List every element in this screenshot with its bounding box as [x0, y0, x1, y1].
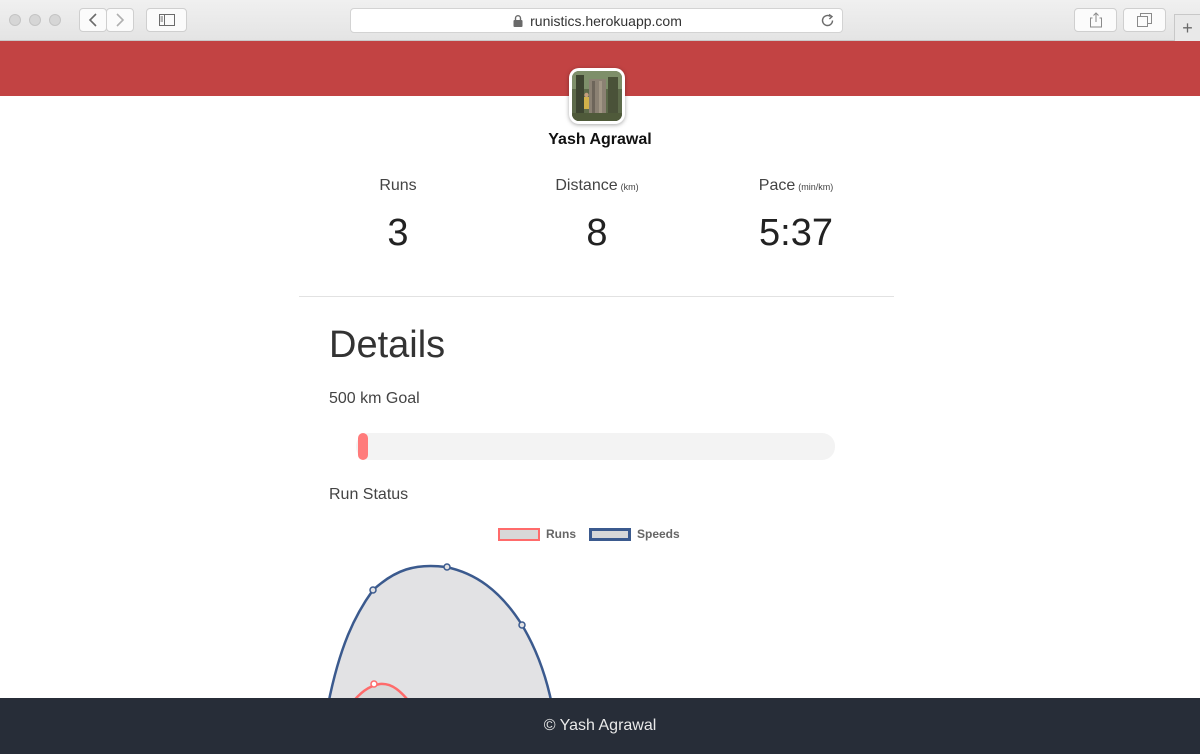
browser-toolbar: runistics.herokuapp.com + [0, 0, 1200, 41]
runs-point [370, 680, 378, 688]
new-tab-button[interactable]: + [1174, 14, 1200, 41]
page-footer: © Yash Agrawal [0, 698, 1200, 754]
goal-label: 500 km Goal [329, 390, 420, 407]
minimize-window-button[interactable] [29, 14, 41, 26]
sidebar-toggle-button[interactable] [146, 8, 187, 32]
speeds-point [518, 621, 526, 629]
stat-pace-unit: (min/km) [798, 182, 834, 192]
speeds-point [369, 586, 377, 594]
stat-pace-label: Pace [758, 177, 796, 194]
reload-icon[interactable] [819, 12, 836, 29]
goal-progress-fill [358, 433, 368, 460]
legend-swatch-runs [498, 527, 540, 541]
stat-pace: Pace (min/km) 5:37 [696, 177, 896, 255]
legend-item-runs[interactable]: Runs [498, 527, 576, 541]
zoom-window-button[interactable] [49, 14, 61, 26]
stat-runs-label: Runs [379, 177, 417, 194]
tabs-overview-button[interactable] [1123, 8, 1166, 32]
stat-distance-value: 8 [586, 212, 608, 254]
share-icon [1089, 12, 1102, 28]
share-button[interactable] [1074, 8, 1117, 32]
run-status-label: Run Status [329, 486, 409, 503]
profile-name: Yash Agrawal [548, 131, 652, 148]
lock-icon [513, 14, 523, 27]
stat-pace-header: Pace (min/km) [696, 177, 896, 195]
stat-runs-header: Runs [298, 177, 498, 195]
avatar [569, 68, 625, 124]
run-status-chart [326, 563, 554, 705]
stat-distance-header: Distance (km) [497, 177, 697, 195]
forward-button[interactable] [106, 8, 134, 32]
chevron-left-icon [88, 13, 97, 27]
stat-runs: Runs 3 [298, 177, 498, 255]
sidebar-icon [158, 14, 175, 26]
speeds-point [443, 563, 451, 571]
stat-distance-unit: (km) [620, 182, 639, 192]
series-speeds-area [326, 564, 554, 705]
profile-photo [572, 71, 622, 121]
stat-runs-value: 3 [387, 212, 409, 254]
address-bar[interactable]: runistics.herokuapp.com [350, 8, 843, 33]
details-heading: Details [329, 324, 446, 366]
legend-swatch-speeds [589, 527, 631, 541]
legend-label-runs: Runs [546, 527, 576, 541]
legend-label-speeds: Speeds [637, 527, 680, 541]
chevron-right-icon [116, 13, 125, 27]
goal-progress-bar [356, 433, 835, 460]
close-window-button[interactable] [9, 14, 21, 26]
stat-pace-value: 5:37 [759, 212, 833, 254]
plus-icon: + [1182, 17, 1193, 38]
tabs-icon [1137, 13, 1152, 27]
url-text: runistics.herokuapp.com [530, 12, 682, 29]
footer-copyright: © Yash Agrawal [543, 717, 657, 734]
section-divider [299, 296, 894, 297]
back-button[interactable] [79, 8, 107, 32]
stat-distance-label: Distance [555, 177, 618, 194]
legend-item-speeds[interactable]: Speeds [589, 527, 680, 541]
stat-distance: Distance (km) 8 [497, 177, 697, 255]
